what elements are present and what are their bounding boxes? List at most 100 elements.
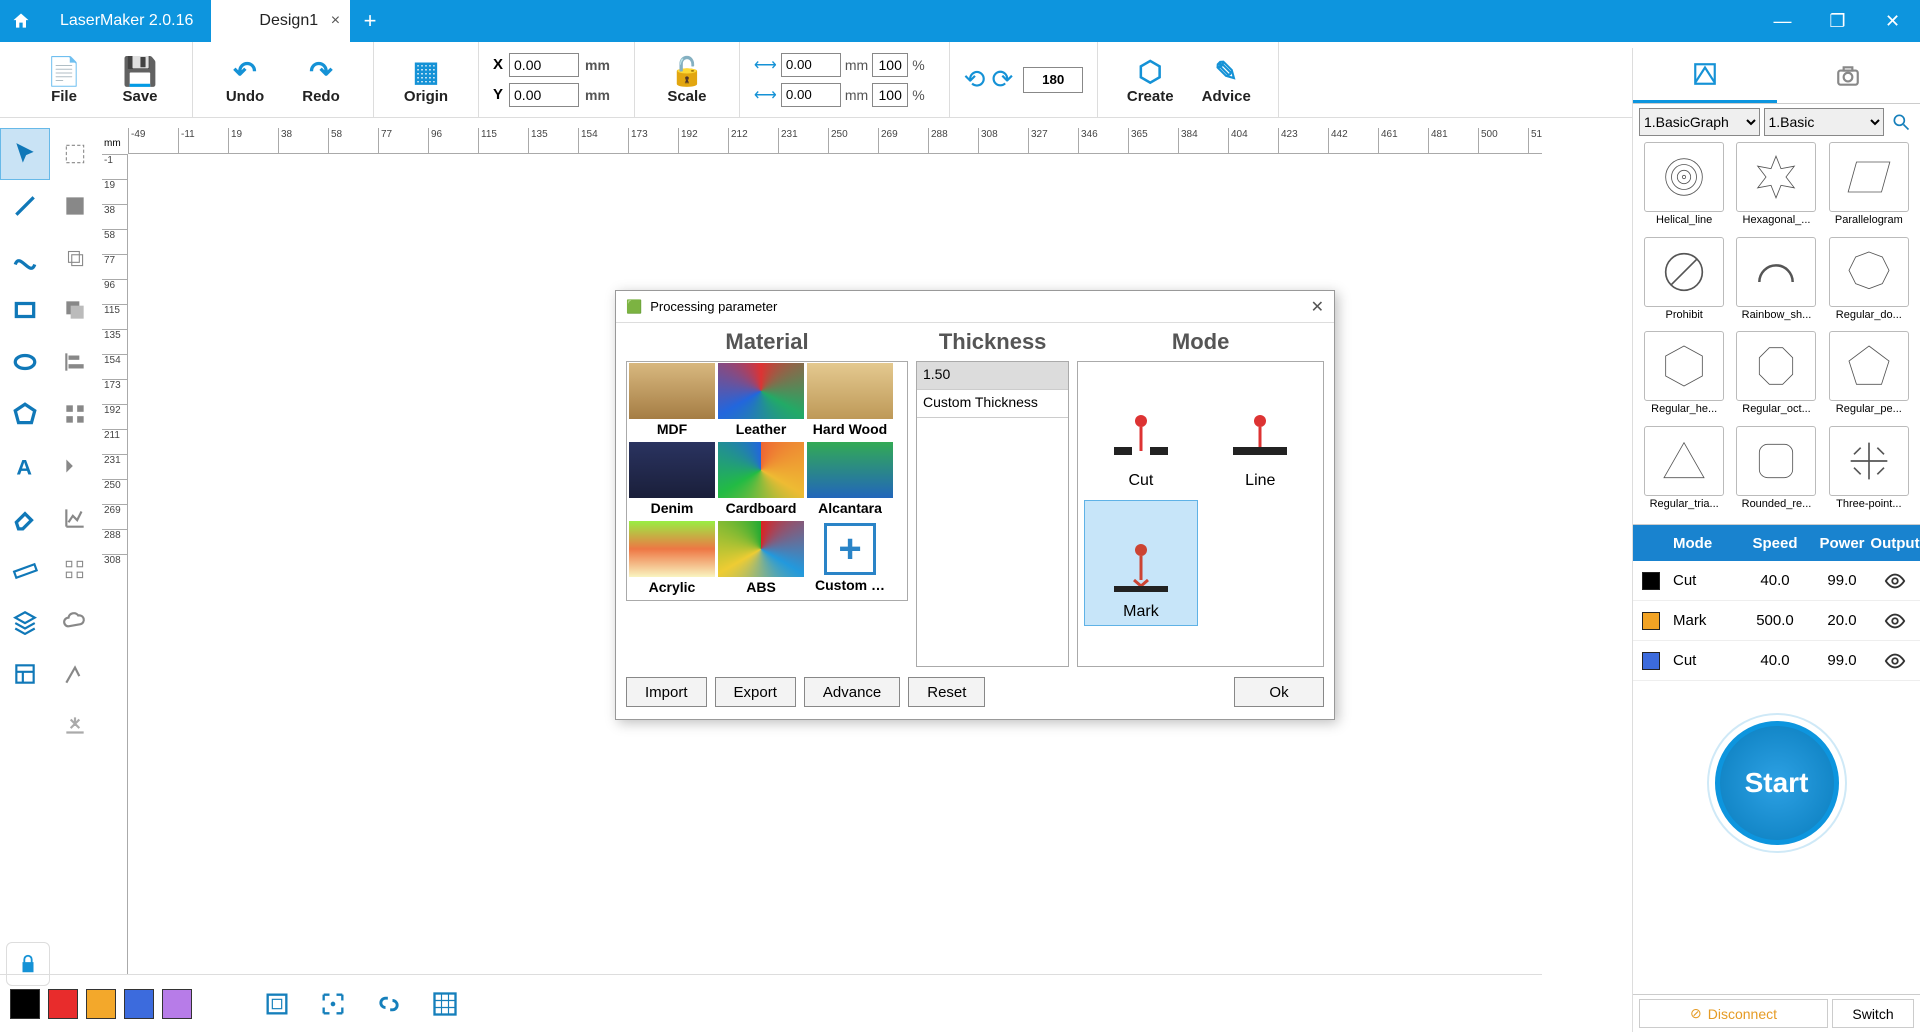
color-swatch[interactable] — [124, 989, 154, 1019]
width-input[interactable] — [781, 53, 841, 77]
start-button[interactable]: Start — [1715, 721, 1839, 845]
minimize-button[interactable]: — — [1755, 0, 1810, 42]
mode-cut[interactable]: Cut — [1084, 368, 1197, 494]
dialog-close-icon[interactable]: ✕ — [1311, 297, 1324, 317]
shape-item[interactable]: Hexagonal_... — [1731, 142, 1821, 235]
material-item[interactable]: Hard Wood — [806, 363, 894, 441]
shape-item[interactable]: Regular_do... — [1824, 237, 1914, 330]
rotate-ccw-icon[interactable]: ⟲ — [964, 64, 986, 95]
ok-button[interactable]: Ok — [1234, 677, 1324, 707]
line-tool[interactable] — [0, 180, 50, 232]
redo-button[interactable]: ↷Redo — [283, 54, 359, 105]
y-input[interactable] — [509, 83, 579, 107]
home-button[interactable] — [0, 0, 42, 42]
color-swatch[interactable] — [48, 989, 78, 1019]
shape-item[interactable]: Regular_pe... — [1824, 331, 1914, 424]
material-item[interactable]: Leather — [717, 363, 805, 441]
rotate-input[interactable] — [1023, 67, 1083, 93]
height-input[interactable] — [781, 83, 841, 107]
shape-item[interactable]: Three-point... — [1824, 426, 1914, 519]
chart-tool[interactable] — [50, 492, 100, 544]
color-swatch[interactable] — [86, 989, 116, 1019]
align-left-tool[interactable] — [50, 336, 100, 388]
undo-button[interactable]: ↶Undo — [207, 54, 283, 105]
advance-button[interactable]: Advance — [804, 677, 900, 707]
close-button[interactable]: ✕ — [1865, 0, 1920, 42]
document-tab[interactable]: Design1 × — [211, 0, 350, 42]
ellipse-tool[interactable] — [0, 336, 50, 388]
shape-item[interactable]: Regular_oct... — [1731, 331, 1821, 424]
shape-item[interactable]: Rainbow_sh... — [1731, 237, 1821, 330]
layout-tool[interactable] — [0, 648, 50, 700]
x-input[interactable] — [509, 53, 579, 77]
shape-item[interactable]: Prohibit — [1639, 237, 1729, 330]
maximize-button[interactable]: ❐ — [1810, 0, 1865, 42]
text-tool[interactable]: A — [0, 440, 50, 492]
height-pct[interactable]: 100 — [872, 83, 908, 107]
polygon-tool[interactable] — [0, 388, 50, 440]
svg-text:A: A — [16, 455, 32, 479]
mode-line[interactable]: Line — [1204, 368, 1317, 494]
shape-item[interactable]: Parallelogram — [1824, 142, 1914, 235]
cloud-tool[interactable] — [50, 596, 100, 648]
reset-button[interactable]: Reset — [908, 677, 985, 707]
link-icon[interactable] — [372, 987, 406, 1021]
array-tool[interactable] — [50, 544, 100, 596]
material-item[interactable]: ABS — [717, 521, 805, 599]
search-icon[interactable] — [1888, 109, 1914, 135]
shape-item[interactable]: Rounded_re... — [1731, 426, 1821, 519]
shape-item[interactable]: Helical_line — [1639, 142, 1729, 235]
mode-mark[interactable]: Mark — [1084, 500, 1197, 626]
tab-close-icon[interactable]: × — [331, 12, 340, 30]
origin-button[interactable]: ▦Origin — [388, 54, 464, 105]
curve-tool[interactable] — [0, 232, 50, 284]
stack-tool[interactable] — [50, 284, 100, 336]
material-item[interactable]: +Custom … — [806, 521, 894, 599]
rect-tool[interactable] — [0, 284, 50, 336]
material-item[interactable]: MDF — [628, 363, 716, 441]
layer-row[interactable]: Mark500.0 20.0 — [1633, 601, 1920, 641]
table-icon[interactable] — [428, 987, 462, 1021]
path-tool[interactable] — [50, 648, 100, 700]
rotate-cw-icon[interactable]: ⟳ — [991, 64, 1013, 95]
laser-tool[interactable] — [50, 700, 100, 752]
mirror-tool[interactable] — [50, 440, 100, 492]
color-swatch[interactable] — [10, 989, 40, 1019]
shape-item[interactable]: Regular_tria... — [1639, 426, 1729, 519]
camera-tab[interactable] — [1777, 48, 1920, 103]
layer-row[interactable]: Cut40.0 99.0 — [1633, 641, 1920, 681]
shapes-tab[interactable] — [1633, 48, 1777, 103]
grid-tool[interactable] — [50, 388, 100, 440]
layers-tool[interactable] — [0, 596, 50, 648]
material-item[interactable]: Denim — [628, 442, 716, 520]
save-button[interactable]: 💾Save — [102, 54, 178, 105]
shape-item[interactable]: Regular_he... — [1639, 331, 1729, 424]
copy-tool[interactable] — [50, 232, 100, 284]
new-tab-button[interactable]: + — [350, 0, 390, 42]
focus-icon[interactable] — [316, 987, 350, 1021]
eraser-tool[interactable] — [0, 492, 50, 544]
layer-row[interactable]: Cut40.0 99.0 — [1633, 561, 1920, 601]
scale-button[interactable]: 🔓Scale — [649, 54, 725, 105]
category-select-2[interactable]: 1.Basic — [1764, 108, 1885, 136]
select-tool[interactable] — [0, 128, 50, 180]
thickness-custom[interactable]: Custom Thickness — [917, 390, 1068, 418]
material-item[interactable]: Alcantara — [806, 442, 894, 520]
material-item[interactable]: Cardboard — [717, 442, 805, 520]
ruler-tool[interactable] — [0, 544, 50, 596]
export-button[interactable]: Export — [715, 677, 796, 707]
create-button[interactable]: ⬡Create — [1112, 54, 1188, 105]
file-button[interactable]: 📄File — [26, 54, 102, 105]
import-button[interactable]: Import — [626, 677, 707, 707]
category-select-1[interactable]: 1.BasicGraph — [1639, 108, 1760, 136]
disconnect-button[interactable]: ⊘Disconnect — [1639, 999, 1828, 1028]
advice-button[interactable]: ✎Advice — [1188, 54, 1264, 105]
material-item[interactable]: Acrylic — [628, 521, 716, 599]
color-swatch[interactable] — [162, 989, 192, 1019]
marquee-tool[interactable] — [50, 128, 100, 180]
switch-button[interactable]: Switch — [1832, 999, 1914, 1028]
width-pct[interactable]: 100 — [872, 53, 908, 77]
thickness-value[interactable]: 1.50 — [917, 362, 1068, 390]
fill-tool[interactable] — [50, 180, 100, 232]
frame-icon[interactable] — [260, 987, 294, 1021]
